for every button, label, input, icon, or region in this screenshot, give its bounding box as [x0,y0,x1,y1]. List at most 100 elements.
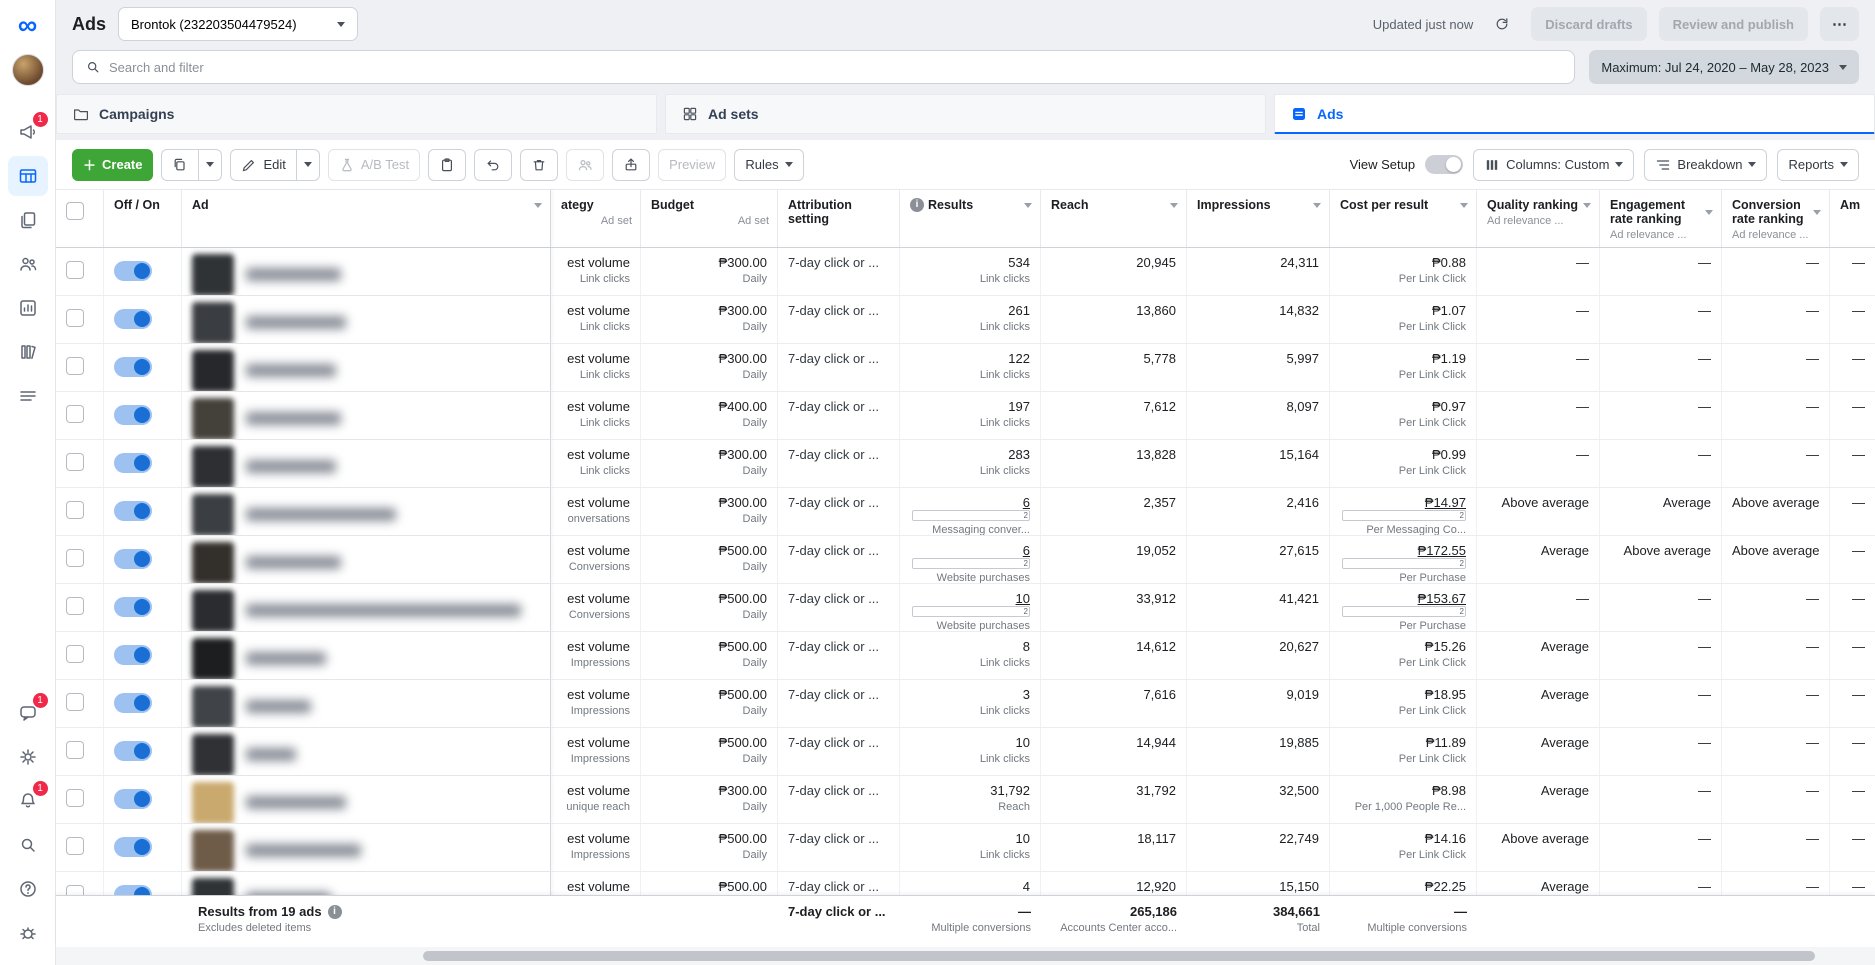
header-amount[interactable]: Am [1830,190,1875,247]
search-input[interactable]: Search and filter [72,50,1576,84]
view-setup-toggle[interactable] [1425,155,1464,174]
user-avatar[interactable] [11,54,44,86]
ad-status-toggle[interactable] [114,501,152,521]
sidebar-item-ads-reporting[interactable] [8,200,48,240]
clipboard-button[interactable] [428,148,467,181]
ad-name-cell[interactable] [182,248,551,295]
ad-name-cell[interactable] [182,536,551,583]
row-checkbox[interactable] [66,885,84,895]
header-conversion-ranking[interactable]: Conversion rate ranking Ad relevance ... [1722,190,1830,247]
edit-menu-button[interactable] [296,148,320,181]
row-checkbox[interactable] [66,741,84,759]
sidebar-item-campaigns[interactable] [7,156,48,196]
ad-status-toggle[interactable] [114,549,152,569]
refresh-button[interactable] [1485,7,1519,41]
tab-adsets[interactable]: Ad sets [665,94,1266,134]
duplicate-menu-button[interactable] [199,148,223,181]
discard-drafts-button[interactable]: Discard drafts [1531,7,1647,41]
header-engagement-ranking[interactable]: Engagement rate ranking Ad relevance ... [1600,190,1722,247]
row-checkbox[interactable] [66,597,84,615]
ab-test-button[interactable]: A/B Test [327,148,421,181]
sidebar-item-billing[interactable] [8,332,48,372]
ad-status-toggle[interactable] [114,789,152,809]
row-checkbox[interactable] [66,453,84,471]
preview-button[interactable]: Preview [658,148,727,181]
header-results[interactable]: i Results [900,190,1041,247]
row-checkbox[interactable] [66,693,84,711]
sidebar-item-search[interactable] [8,825,48,865]
edit-button[interactable]: Edit [230,148,297,181]
sidebar-item-report-bug[interactable] [8,913,48,953]
ad-status-toggle[interactable] [114,357,152,377]
export-button[interactable] [612,148,651,181]
ad-name-cell[interactable] [182,488,551,535]
undo-button[interactable] [474,148,513,181]
row-checkbox[interactable] [66,549,84,567]
header-cost-per-result[interactable]: Cost per result [1330,190,1477,247]
header-reach[interactable]: Reach [1041,190,1187,247]
ad-status-toggle[interactable] [114,405,152,425]
assign-people-button[interactable] [566,148,605,181]
header-ad[interactable]: Ad [182,190,551,247]
ad-status-toggle[interactable] [114,309,152,329]
ad-name-cell[interactable] [182,680,551,727]
date-range-selector[interactable]: Maximum: Jul 24, 2020 – May 28, 2023 [1589,50,1859,84]
ad-status-toggle[interactable] [114,453,152,473]
rules-button[interactable]: Rules [734,148,804,181]
ad-name-cell[interactable] [182,584,551,631]
ad-name-cell[interactable] [182,728,551,775]
row-checkbox[interactable] [66,645,84,663]
sidebar-item-settings[interactable] [8,737,48,777]
sidebar-item-analytics[interactable] [8,288,48,328]
sidebar-item-all-tools[interactable] [8,376,48,416]
breakdown-button[interactable]: Breakdown [1644,148,1768,181]
ad-status-toggle[interactable] [114,261,152,281]
ad-status-toggle[interactable] [114,885,152,895]
select-all-checkbox[interactable] [66,202,84,220]
header-attribution[interactable]: Attribution setting [778,190,900,247]
ad-name-cell[interactable] [182,776,551,823]
row-checkbox[interactable] [66,501,84,519]
row-checkbox[interactable] [66,837,84,855]
ad-status-toggle[interactable] [114,741,152,761]
header-impressions[interactable]: Impressions [1187,190,1330,247]
ad-name-cell[interactable] [182,392,551,439]
tab-campaigns[interactable]: Campaigns [56,94,657,134]
row-checkbox[interactable] [66,789,84,807]
create-button[interactable]: ＋ Create [72,148,154,181]
ad-status-toggle[interactable] [114,693,152,713]
scrollbar-thumb[interactable] [423,951,1815,961]
ad-name-cell[interactable] [182,632,551,679]
account-selector[interactable]: Brontok (232203504479524) [118,7,358,41]
ad-status-toggle[interactable] [114,597,152,617]
row-checkbox[interactable] [66,261,84,279]
ad-name-cell[interactable] [182,872,551,895]
row-checkbox[interactable] [66,309,84,327]
delete-button[interactable] [520,148,559,181]
ad-name-cell[interactable] [182,344,551,391]
header-bid-strategy[interactable]: ategy Ad set [551,190,641,247]
header-quality-ranking[interactable]: Quality ranking Ad relevance ... [1477,190,1600,247]
tab-ads[interactable]: Ads [1274,94,1875,134]
row-checkbox[interactable] [66,405,84,423]
ad-status-toggle[interactable] [114,645,152,665]
row-checkbox[interactable] [66,357,84,375]
sidebar-item-updates[interactable]: 1 [8,112,48,152]
ad-name-cell[interactable] [182,824,551,871]
sidebar-item-help[interactable] [8,869,48,909]
sidebar-item-audiences[interactable] [8,244,48,284]
duplicate-button[interactable] [161,148,200,181]
reports-button[interactable]: Reports [1777,148,1859,181]
sidebar-item-notifications[interactable]: 1 [8,781,48,821]
horizontal-scrollbar[interactable] [56,947,1875,965]
ad-name-cell[interactable] [182,440,551,487]
ad-name-cell[interactable] [182,296,551,343]
header-off-on[interactable]: Off / On [104,190,182,247]
meta-logo[interactable]: ∞ [18,10,37,40]
more-options-button[interactable]: ⋯ [1820,7,1859,41]
sidebar-item-messages[interactable]: 1 [8,693,48,733]
columns-button[interactable]: Columns: Custom [1473,148,1635,181]
header-budget[interactable]: Budget Ad set [641,190,778,247]
review-publish-button[interactable]: Review and publish [1658,7,1808,41]
ad-status-toggle[interactable] [114,837,152,857]
